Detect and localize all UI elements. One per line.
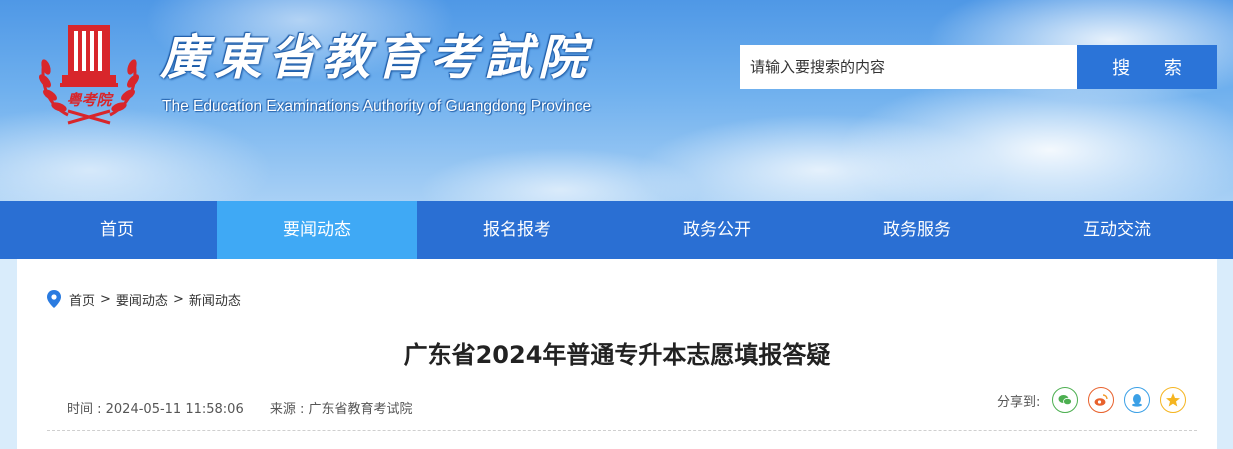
breadcrumb-news[interactable]: 要闻动态 (116, 290, 168, 309)
emblem-text: 粤考院 (66, 91, 114, 109)
meta-divider (47, 430, 1197, 431)
breadcrumb-separator: > (100, 291, 111, 307)
breadcrumb-separator: > (172, 291, 184, 307)
main-nav: 首页 要闻动态 报名报考 政务公开 政务服务 互动交流 (0, 201, 1233, 259)
site-title: 廣東省教育考試院 (160, 30, 593, 86)
site-header: 粤考院 廣東省教育考試院 The Education Examinations … (0, 0, 1233, 201)
nav-item-government-services[interactable]: 政务服务 (817, 201, 1017, 259)
breadcrumb: 首页 > 要闻动态 > 新闻动态 (47, 289, 241, 309)
article-panel: 首页 > 要闻动态 > 新闻动态 广东省2024年普通专升本志愿填报答疑 时间 … (17, 259, 1217, 449)
wechat-icon[interactable] (1052, 387, 1079, 413)
search-button[interactable]: 搜 索 (1077, 45, 1217, 89)
breadcrumb-news-updates[interactable]: 新闻动态 (189, 290, 241, 309)
share-label: 分享到: (997, 394, 1041, 410)
share-bar: 分享到: (997, 387, 1196, 413)
emblem-logo[interactable]: 粤考院 (38, 15, 140, 130)
publish-time: 时间 : 2024-05-11 11:58:06 (67, 402, 244, 417)
qq-icon[interactable] (1124, 387, 1151, 413)
search-input[interactable] (740, 45, 1077, 89)
qzone-icon[interactable] (1160, 387, 1187, 413)
weibo-icon[interactable] (1088, 387, 1115, 413)
breadcrumb-home[interactable]: 首页 (69, 290, 95, 309)
nav-item-government-affairs[interactable]: 政务公开 (617, 201, 817, 259)
article-title: 广东省2024年普通专升本志愿填报答疑 (403, 341, 831, 369)
article-source: 来源 : 广东省教育考试院 (269, 402, 413, 417)
nav-item-registration[interactable]: 报名报考 (417, 201, 617, 259)
nav-item-news[interactable]: 要闻动态 (217, 201, 417, 259)
nav-item-home[interactable]: 首页 (17, 201, 217, 259)
article-meta: 时间 : 2024-05-11 11:58:06 来源 : 广东省教育考试院 (67, 398, 413, 417)
nav-item-interaction[interactable]: 互动交流 (1017, 201, 1217, 259)
location-pin-icon (47, 290, 61, 308)
site-subtitle: The Education Examinations Authority of … (162, 98, 592, 115)
